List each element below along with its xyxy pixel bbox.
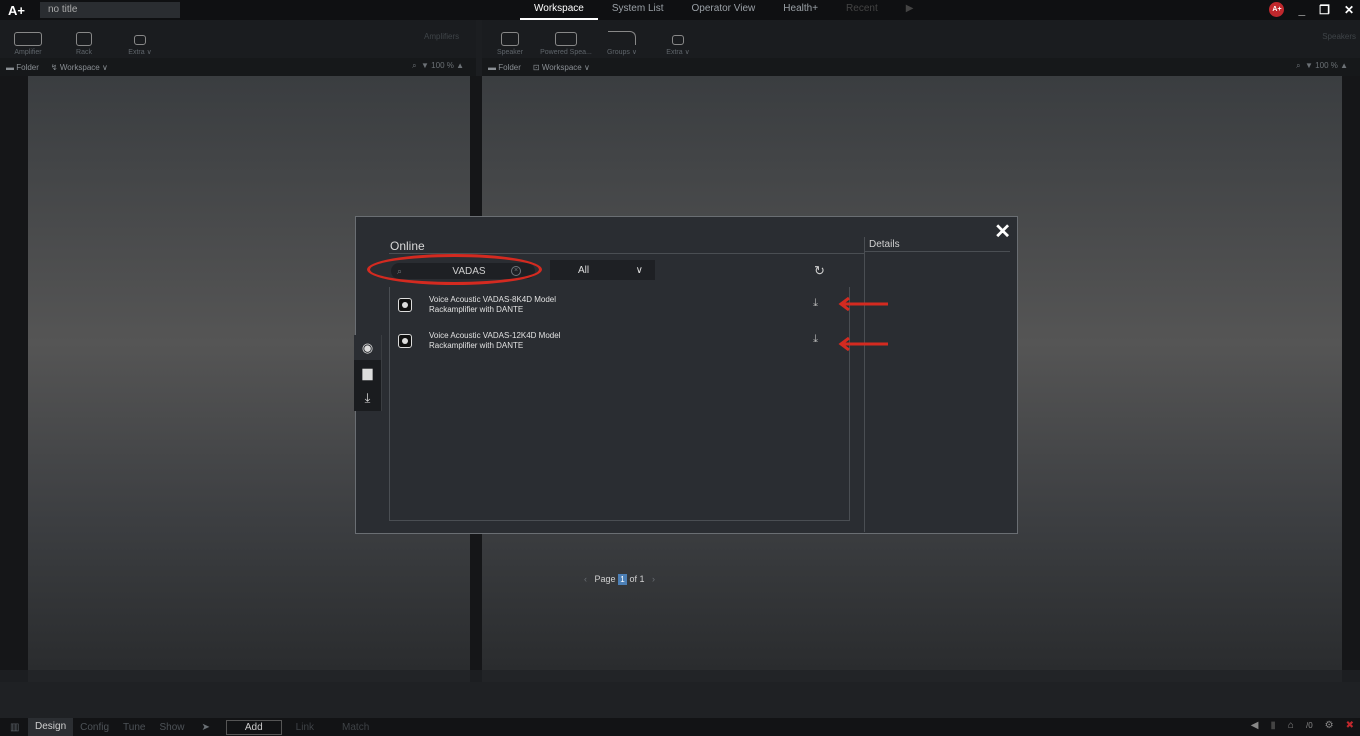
right-subbar: ▬ Folder ⊡ Workspace ∨ ⌕ ▼ 100 % ▲ bbox=[482, 58, 1360, 76]
pointer-icon[interactable]: ➤ bbox=[191, 722, 209, 733]
speaker-icon bbox=[501, 32, 519, 46]
restore-icon[interactable]: ❐ bbox=[1319, 3, 1330, 17]
online-library-dialog: ✕ Online Details ◉ ▆ ⤓ ⌕ VADAS × All ∨ ↻… bbox=[354, 216, 1018, 585]
folder-button-right[interactable]: ▬ Folder bbox=[488, 63, 521, 72]
right-horizontal-scrollbar[interactable] bbox=[482, 670, 1342, 682]
prev-page-icon[interactable]: ‹ bbox=[579, 574, 592, 584]
download-tab-icon[interactable]: ⤓ bbox=[354, 385, 381, 410]
globe-icon[interactable]: ◉ bbox=[354, 335, 381, 360]
groups-tool[interactable]: Groups ∨ bbox=[594, 31, 650, 58]
left-panel-strip bbox=[0, 76, 28, 670]
tab-operator-view[interactable]: Operator View bbox=[678, 0, 770, 20]
flag-icon[interactable]: ✖ bbox=[1346, 720, 1354, 731]
right-toolbar: Speaker Powered Spea... Groups ∨ Extra ∨… bbox=[482, 20, 1360, 58]
groups-icon bbox=[608, 31, 636, 45]
item-title: Voice Acoustic VADAS-8K4D Model bbox=[429, 295, 557, 304]
bottom-right-controls: ◀ ▮ ⌂ /0 ⚙ ✖ bbox=[1251, 720, 1354, 731]
folder-button-left[interactable]: ▬ Folder bbox=[6, 63, 39, 72]
arrow-annotation-icon bbox=[838, 297, 888, 311]
amplifier-icon bbox=[398, 334, 412, 348]
tab-workspace[interactable]: Workspace bbox=[520, 0, 598, 20]
grid-icon[interactable]: ▥ bbox=[0, 722, 28, 733]
gear-icon[interactable]: ⚙ bbox=[1325, 720, 1334, 731]
download-icon[interactable]: ⤓ bbox=[813, 297, 818, 310]
item-title: Voice Acoustic VADAS-12K4D Model bbox=[429, 331, 561, 340]
list-item[interactable]: Voice Acoustic VADAS-8K4D Model Rackampl… bbox=[398, 291, 838, 319]
mode-config[interactable]: Config bbox=[73, 722, 116, 733]
workspace-selector-left[interactable]: ↯ Workspace ∨ bbox=[51, 63, 108, 72]
extra-icon bbox=[134, 35, 146, 45]
speaker-tool[interactable]: Speaker bbox=[482, 32, 538, 58]
current-page[interactable]: 1 bbox=[618, 574, 627, 585]
chevron-down-icon: ∨ bbox=[635, 264, 643, 276]
left-horizontal-scrollbar[interactable] bbox=[28, 670, 470, 682]
user-badge[interactable]: A+ bbox=[1269, 2, 1285, 17]
speakers-section-label: Speakers bbox=[1322, 32, 1356, 41]
item-subtitle: Rackamplifier with DANTE bbox=[429, 305, 524, 314]
bottom-bar: ▥ Design Config Tune Show ➤ Add Link Mat… bbox=[0, 718, 1360, 736]
counter-label: /0 bbox=[1305, 721, 1313, 730]
item-subtitle: Rackamplifier with DANTE bbox=[429, 341, 524, 350]
zoom-control-right[interactable]: ⌕ ▼ 100 % ▲ bbox=[1296, 61, 1348, 71]
amplifier-icon bbox=[14, 32, 42, 46]
results-list: Voice Acoustic VADAS-8K4D Model Rackampl… bbox=[389, 287, 850, 585]
mode-tune[interactable]: Tune bbox=[116, 722, 152, 733]
lock-icon[interactable]: ⌂ bbox=[1288, 720, 1294, 731]
app-logo: A+ bbox=[8, 2, 25, 18]
mode-design[interactable]: Design bbox=[28, 718, 74, 736]
rack-tool[interactable]: Rack bbox=[56, 32, 112, 58]
bottom-panel bbox=[0, 682, 1360, 718]
close-icon[interactable]: ✕ bbox=[994, 219, 1011, 244]
pager: ‹ Page 1 of 1 › bbox=[390, 574, 849, 585]
trash-icon[interactable]: ▮ bbox=[1270, 720, 1276, 731]
details-divider bbox=[864, 237, 865, 532]
folder-icon[interactable]: ▆ bbox=[354, 360, 381, 385]
tab-recent[interactable]: Recent bbox=[832, 0, 892, 20]
rack-icon bbox=[76, 32, 92, 46]
minimize-icon[interactable]: _ bbox=[1298, 3, 1305, 17]
page-label: Page bbox=[594, 574, 616, 584]
powered-speaker-tool[interactable]: Powered Spea... bbox=[538, 32, 594, 58]
extra-tool-left[interactable]: Extra ∨ bbox=[112, 35, 168, 58]
next-page-icon[interactable]: › bbox=[647, 574, 660, 584]
close-window-icon[interactable]: ✕ bbox=[1344, 3, 1354, 17]
window-controls: A+ _ ❐ ✕ bbox=[1269, 2, 1354, 17]
arrow-annotation-icon bbox=[838, 337, 888, 351]
tab-health[interactable]: Health+ bbox=[769, 0, 832, 20]
amplifier-icon bbox=[398, 298, 412, 312]
filter-value: All bbox=[578, 264, 590, 276]
details-title: Details bbox=[869, 239, 900, 250]
download-icon[interactable]: ⤓ bbox=[813, 333, 818, 346]
link-button[interactable]: Link bbox=[282, 722, 328, 733]
add-button[interactable]: Add bbox=[225, 719, 282, 735]
play-icon[interactable]: ▶ bbox=[892, 0, 928, 20]
document-title[interactable]: no title bbox=[40, 2, 180, 18]
filter-dropdown[interactable]: All ∨ bbox=[550, 260, 655, 280]
tab-system-list[interactable]: System List bbox=[598, 0, 678, 20]
match-button[interactable]: Match bbox=[328, 722, 383, 733]
source-tabs: ◉ ▆ ⤓ bbox=[354, 335, 382, 411]
top-tabs: Workspace System List Operator View Heal… bbox=[520, 0, 927, 20]
extra-icon bbox=[672, 35, 684, 45]
page-total: of 1 bbox=[629, 574, 645, 584]
list-item[interactable]: Voice Acoustic VADAS-12K4D Model Rackamp… bbox=[398, 327, 838, 355]
details-title-divider bbox=[865, 251, 1010, 252]
search-highlight-annotation bbox=[367, 254, 542, 285]
workspace-selector-right[interactable]: ⊡ Workspace ∨ bbox=[533, 63, 590, 72]
app-window: A+ no title Workspace System List Operat… bbox=[0, 0, 1360, 736]
refresh-icon[interactable]: ↻ bbox=[814, 263, 825, 279]
amplifier-tool[interactable]: Amplifier bbox=[0, 32, 56, 58]
extra-tool-right[interactable]: Extra ∨ bbox=[650, 35, 706, 58]
speaker-volume-icon[interactable]: ◀ bbox=[1251, 720, 1259, 731]
right-panel-scrollbar[interactable] bbox=[1342, 76, 1360, 670]
left-subbar: ▬ Folder ↯ Workspace ∨ ⌕ ▼ 100 % ▲ bbox=[0, 58, 476, 76]
mode-show[interactable]: Show bbox=[152, 722, 191, 733]
title-bar: A+ no title Workspace System List Operat… bbox=[0, 0, 1360, 20]
amplifiers-section-label: Amplifiers bbox=[424, 32, 460, 41]
powered-speaker-icon bbox=[555, 32, 577, 46]
zoom-control-left[interactable]: ⌕ ▼ 100 % ▲ bbox=[412, 61, 464, 71]
left-toolbar: Amplifier Rack Extra ∨ Amplifiers bbox=[0, 20, 476, 58]
dialog-title: Online bbox=[390, 239, 425, 253]
